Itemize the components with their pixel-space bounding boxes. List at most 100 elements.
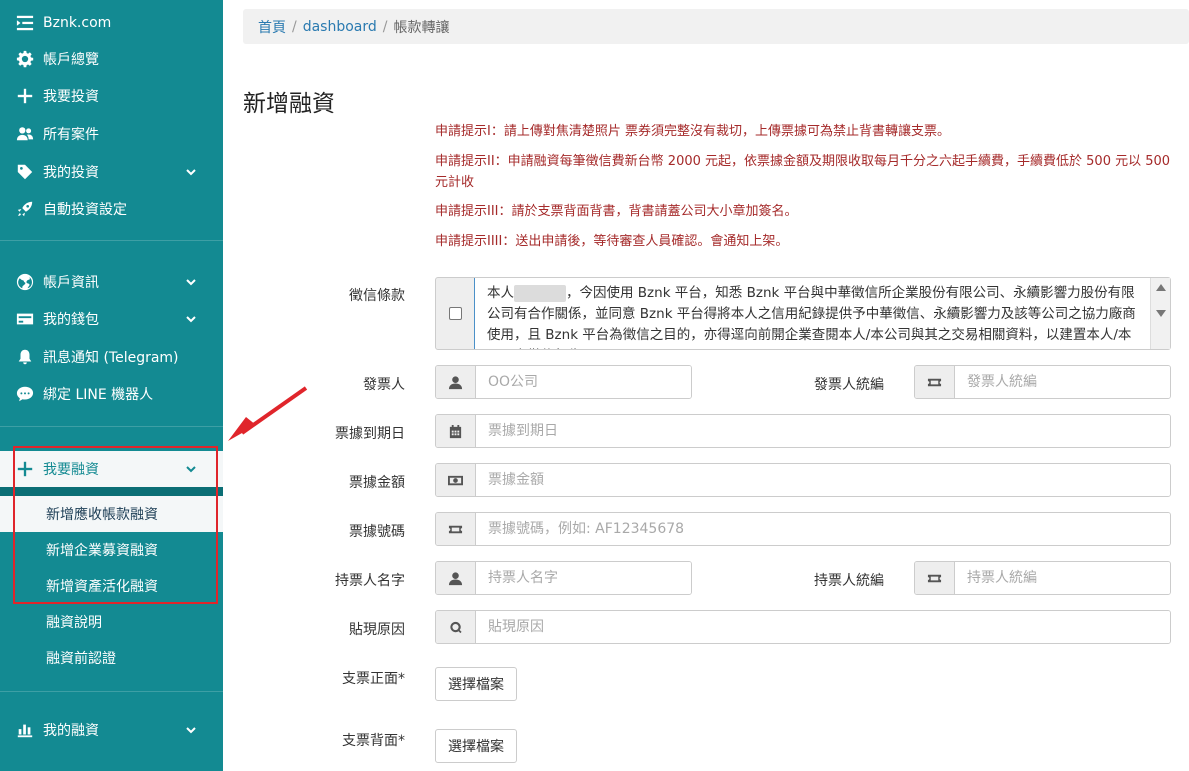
cheque-back-label: 支票背面* [342, 733, 405, 749]
chevron-down-icon [185, 166, 197, 178]
breadcrumb: 首頁 / dashboard / 帳款轉讓 [243, 9, 1189, 44]
bell-icon [15, 347, 35, 367]
sidebar-item-invest[interactable]: 我要投資 [0, 78, 223, 114]
sidebar-item-telegram[interactable]: 訊息通知 (Telegram) [0, 339, 223, 375]
ticket-icon [915, 366, 955, 398]
chevron-down-icon [185, 276, 197, 288]
tip-3: 申請提示III：請於支票背面背書，背書請蓋公司大小章加簽名。 [435, 204, 798, 219]
tip-2: 申請提示II：申請融資每筆徵信費新台幣 2000 元起，依票據金額及期限收取每月… [435, 154, 1171, 190]
breadcrumb-separator: / [382, 18, 388, 35]
sidebar-divider [0, 691, 223, 692]
menu-toggle-icon[interactable] [15, 13, 35, 33]
issuer-input[interactable] [476, 366, 691, 398]
sidebar-item-label: 所有案件 [43, 127, 99, 143]
amount-input[interactable] [476, 464, 1170, 496]
consent-label: 徵信條款 [349, 288, 405, 304]
bar-chart-icon [15, 720, 35, 740]
plus-icon [15, 86, 35, 106]
sidebar-item-wallet[interactable]: 我的錢包 [0, 301, 223, 337]
sidebar-item-my-invest[interactable]: 我的投資 [0, 154, 223, 190]
sidebar-item-all-cases[interactable]: 所有案件 [0, 116, 223, 152]
issuer-input-group [435, 365, 692, 399]
consent-textarea[interactable]: 本人 ，今因使用 Bznk 平台，知悉 Bznk 平台與中華徵信所企業股份有限公司… [474, 278, 1170, 349]
amount-label: 票據金額 [349, 475, 405, 491]
sidebar-subitem-financing-guide[interactable]: 融資說明 [0, 604, 223, 640]
sidebar-item-my-financing[interactable]: 我的融資 [0, 712, 223, 748]
user-icon [436, 562, 476, 594]
reason-input[interactable] [476, 611, 1170, 643]
issuer-label: 發票人 [363, 377, 405, 393]
consent-text-prefix: 本人 [487, 285, 514, 301]
sidebar-item-financing[interactable]: 我要融資 [0, 451, 223, 487]
money-icon [436, 464, 476, 496]
scroll-up-icon[interactable] [1156, 284, 1166, 291]
card-icon [15, 309, 35, 329]
ticket-icon [915, 562, 955, 594]
holder-id-input[interactable] [955, 562, 1170, 594]
sidebar-item-label: 綁定 LINE 機器人 [43, 387, 154, 403]
due-date-input-group [435, 414, 1171, 448]
sidebar-item-account-info[interactable]: 帳戶資訊 [0, 264, 223, 300]
sidebar-item-auto-invest[interactable]: 自動投資設定 [0, 191, 223, 227]
consent-group: 本人 ，今因使用 Bznk 平台，知悉 Bznk 平台與中華徵信所企業股份有限公司… [435, 277, 1171, 350]
chevron-down-icon [185, 724, 197, 736]
number-input-group [435, 512, 1171, 546]
sidebar: Bznk.com 帳戶總覽 我要投資 所有案件 我的投資 自動投資設定 帳戶資訊… [0, 0, 223, 771]
sidebar-subitem-pre-certification[interactable]: 融資前認證 [0, 640, 223, 676]
issuer-id-input-group [914, 365, 1171, 399]
tag-icon [15, 162, 35, 182]
holder-input[interactable] [476, 562, 691, 594]
sidebar-subitem-corporate-fundraising[interactable]: 新增企業募資融資 [0, 532, 223, 568]
holder-label: 持票人名字 [335, 573, 405, 589]
page-title: 新增融資 [243, 91, 335, 117]
breadcrumb-home[interactable]: 首頁 [258, 17, 286, 37]
number-input[interactable] [476, 513, 1170, 545]
redacted-name [514, 284, 566, 302]
chevron-down-icon [185, 313, 197, 325]
globe-icon [15, 272, 35, 292]
users-icon [15, 124, 35, 144]
due-date-input[interactable] [476, 415, 1170, 447]
cheque-front-label: 支票正面* [342, 671, 405, 687]
breadcrumb-separator: / [292, 18, 297, 35]
tip-1: 申請提示I：請上傳對焦清楚照片 票券須完整沒有裁切，上傳票據可為禁止背書轉讓支票… [435, 124, 950, 139]
user-icon [436, 366, 476, 398]
sidebar-subitem-receivable-financing[interactable]: 新增應收帳款融資 [0, 496, 223, 532]
sidebar-item-label: 我要投資 [43, 89, 99, 105]
ticket-icon [436, 513, 476, 545]
amount-input-group [435, 463, 1171, 497]
breadcrumb-current: 帳款轉讓 [393, 19, 450, 36]
issuer-id-label: 發票人統編 [814, 377, 884, 393]
sidebar-item-line-bot[interactable]: 綁定 LINE 機器人 [0, 376, 223, 412]
plus-icon [15, 459, 35, 479]
cheque-front-file-button[interactable]: 選擇檔案 [435, 667, 517, 701]
consent-text: ，今因使用 Bznk 平台，知悉 Bznk 平台與中華徵信所企業股份有限公司、永… [487, 285, 1136, 349]
sidebar-item-label: 我要融資 [43, 462, 99, 478]
sidebar-divider [0, 240, 223, 241]
breadcrumb-dashboard[interactable]: dashboard [303, 19, 377, 35]
sidebar-item-label: 帳戶總覽 [43, 52, 99, 68]
reason-label: 貼現原因 [349, 622, 405, 638]
textarea-scrollbar[interactable] [1150, 278, 1170, 349]
q-icon [436, 611, 476, 643]
holder-id-input-group [914, 561, 1171, 595]
chat-icon [15, 384, 35, 404]
sidebar-divider [0, 426, 223, 427]
tip-4: 申請提示IIII：送出申請後，等待審查人員確認。會通知上架。 [435, 234, 789, 249]
gear-icon [15, 49, 35, 69]
reason-input-group [435, 610, 1171, 644]
sidebar-item-label: 帳戶資訊 [43, 275, 99, 291]
issuer-id-input[interactable] [955, 366, 1170, 398]
cheque-back-file-button[interactable]: 選擇檔案 [435, 729, 517, 763]
due-date-label: 票據到期日 [335, 426, 405, 442]
sidebar-item-label: 訊息通知 (Telegram) [43, 350, 179, 366]
sidebar-subitem-asset-activation[interactable]: 新增資產活化融資 [0, 568, 223, 604]
sidebar-item-overview[interactable]: 帳戶總覽 [0, 41, 223, 77]
brand-label: Bznk.com [43, 15, 112, 31]
number-label: 票據號碼 [349, 524, 405, 540]
submenu-divider [0, 487, 223, 496]
scroll-down-icon[interactable] [1156, 310, 1166, 317]
sidebar-item-label: 我的錢包 [43, 312, 99, 328]
consent-checkbox[interactable] [448, 307, 462, 320]
brand-link[interactable]: Bznk.com [0, 5, 223, 41]
